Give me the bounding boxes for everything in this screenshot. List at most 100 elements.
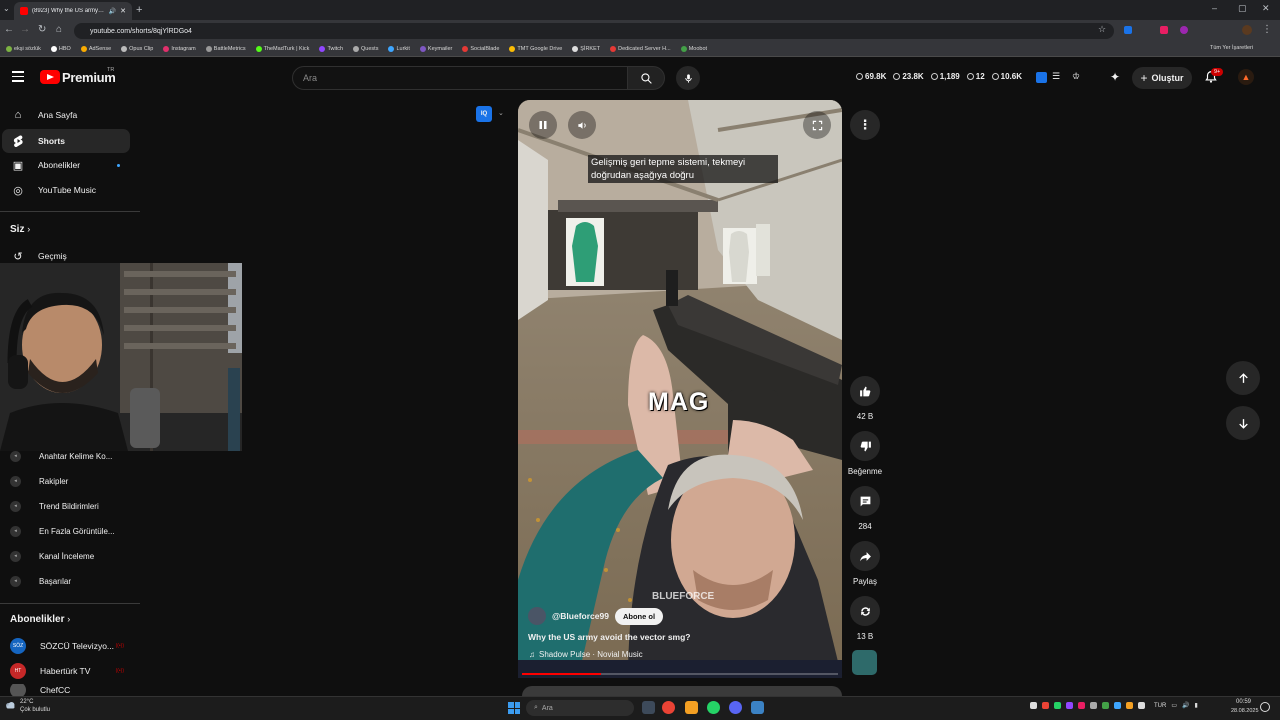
short-title[interactable]: Why the US army avoid the vector smg? bbox=[528, 632, 690, 642]
close-window-button[interactable]: ✕ bbox=[1262, 3, 1270, 14]
share-button[interactable]: Paylaş bbox=[849, 541, 881, 586]
tab-close-icon[interactable]: ✕ bbox=[120, 7, 126, 15]
user-avatar[interactable]: ▲ bbox=[1238, 69, 1254, 85]
bookmark-item[interactable]: AdSense bbox=[80, 46, 111, 52]
home-browser-icon[interactable]: ⌂ bbox=[56, 24, 62, 35]
dislike-button[interactable]: Beğenme bbox=[848, 431, 882, 476]
bookmark-item[interactable]: BattleMetrics bbox=[205, 46, 246, 52]
whatsapp-icon[interactable] bbox=[707, 701, 720, 714]
weather-description[interactable]: Çok bulutlu bbox=[20, 707, 50, 713]
sidebar-item-most-viewed[interactable]: ◂ En Fazla Görüntüle... bbox=[10, 519, 138, 543]
weather-temperature[interactable]: 22°C bbox=[20, 699, 33, 705]
tray-icon[interactable] bbox=[1138, 702, 1145, 709]
network-icon[interactable]: ▭ bbox=[1171, 702, 1177, 709]
tray-icon[interactable] bbox=[1114, 702, 1121, 709]
tray-icon[interactable] bbox=[1054, 702, 1061, 709]
pause-button[interactable] bbox=[529, 111, 557, 139]
bookmark-item[interactable]: ekşi sözlük bbox=[6, 46, 41, 52]
sidebar-item-achievements[interactable]: ◂ Başarılar bbox=[10, 569, 138, 593]
create-button[interactable]: + Oluştur bbox=[1132, 67, 1192, 89]
reload-icon[interactable]: ↻ bbox=[38, 24, 46, 35]
bookmark-item[interactable]: SocialBlade bbox=[462, 46, 499, 52]
more-options-button[interactable]: ⋮ bbox=[850, 110, 880, 140]
volume-button[interactable] bbox=[568, 111, 596, 139]
taskbar-search[interactable]: ⌕ Ara bbox=[526, 700, 634, 716]
comments-button[interactable]: 284 bbox=[849, 486, 881, 531]
back-icon[interactable]: ← bbox=[4, 24, 14, 35]
sidebar-section-you[interactable]: Siz › bbox=[10, 224, 30, 235]
task-view-icon[interactable] bbox=[642, 701, 655, 714]
profile-avatar[interactable] bbox=[1242, 25, 1252, 35]
short-music-link[interactable]: ♫ Shadow Pulse · Novial Music bbox=[529, 650, 643, 659]
bookmark-item[interactable]: Dedicated Server H... bbox=[610, 46, 671, 52]
search-input[interactable]: Ara bbox=[292, 66, 628, 90]
remix-button[interactable]: 13 B bbox=[849, 596, 881, 641]
tray-icon[interactable] bbox=[1042, 702, 1049, 709]
bookmark-item[interactable]: Opus Clip bbox=[121, 46, 153, 52]
bookmark-item[interactable]: Keymailer bbox=[419, 46, 452, 52]
sidebar-item-trend-alerts[interactable]: ◂ Trend Bildirimleri bbox=[10, 494, 138, 518]
bookmark-star-icon[interactable]: ☆ bbox=[1098, 24, 1106, 35]
youtube-logo-icon[interactable] bbox=[40, 70, 60, 84]
trophy-icon[interactable]: ♔ bbox=[1072, 71, 1080, 82]
bookmark-item[interactable]: Lurkit bbox=[388, 46, 410, 52]
search-button[interactable] bbox=[627, 66, 665, 90]
weather-cloud-icon[interactable] bbox=[4, 700, 16, 710]
extension-icon[interactable] bbox=[1180, 26, 1188, 34]
bookmark-item[interactable]: ŞİRKET bbox=[572, 46, 600, 52]
app-icon[interactable] bbox=[751, 701, 764, 714]
tab-list-icon[interactable]: ⌄ bbox=[3, 4, 10, 13]
vidiq-icon[interactable] bbox=[1036, 72, 1047, 83]
vidiq-chip[interactable]: IQ bbox=[476, 106, 492, 122]
like-button[interactable]: 42 B bbox=[849, 376, 881, 421]
bookmark-item[interactable]: TMT Google Drive bbox=[509, 46, 562, 52]
new-tab-button[interactable]: + bbox=[136, 4, 142, 16]
subscription-item[interactable]: HT Habertürk TV ((•)) bbox=[10, 659, 130, 683]
subscribe-button[interactable]: Abone ol bbox=[614, 607, 664, 625]
sidebar-section-subscriptions[interactable]: Abonelikler › bbox=[10, 614, 70, 625]
vlc-icon[interactable] bbox=[685, 701, 698, 714]
language-indicator[interactable]: TUR bbox=[1154, 703, 1166, 709]
next-short-button[interactable] bbox=[1226, 406, 1260, 440]
ai-sparkle-icon[interactable]: ✦ bbox=[1110, 70, 1120, 84]
hamburger-menu-icon[interactable] bbox=[12, 71, 24, 83]
sidebar-item-competitors[interactable]: ◂ Rakipler bbox=[10, 469, 138, 493]
tab-mute-icon[interactable]: 🔊 bbox=[109, 8, 116, 15]
subscription-item[interactable]: SÖZ SÖZCÜ Televizyo... ((•)) bbox=[10, 634, 130, 658]
sidebar-item-shorts[interactable]: Shorts bbox=[2, 129, 130, 153]
bookmark-item[interactable]: TheMadTurk | Kick bbox=[255, 46, 309, 52]
battery-icon[interactable]: ▮ bbox=[1195, 702, 1198, 709]
previous-short-button[interactable] bbox=[1226, 361, 1260, 395]
tray-icon[interactable] bbox=[1030, 702, 1037, 709]
tray-icon[interactable] bbox=[1126, 702, 1133, 709]
extension-icon[interactable] bbox=[1124, 26, 1132, 34]
discord-icon[interactable] bbox=[729, 701, 742, 714]
volume-icon[interactable]: 🔊 bbox=[1182, 702, 1189, 709]
maximize-button[interactable]: ▢ bbox=[1238, 3, 1247, 14]
sidebar-item-youtube-music[interactable]: ◎ YouTube Music bbox=[2, 178, 130, 202]
list-icon[interactable]: ☰ bbox=[1052, 71, 1060, 82]
all-bookmarks[interactable]: Tüm Yer İşaretleri bbox=[1210, 45, 1253, 51]
fullscreen-button[interactable] bbox=[803, 111, 831, 139]
minimize-button[interactable]: – bbox=[1212, 3, 1217, 13]
chevron-down-icon[interactable]: ⌄ bbox=[498, 109, 504, 117]
browser-menu-icon[interactable]: ⋮ bbox=[1262, 24, 1272, 35]
bookmark-item[interactable]: Instagram bbox=[163, 46, 196, 52]
audio-thumbnail[interactable] bbox=[852, 650, 877, 675]
bookmark-item[interactable]: Twitch bbox=[319, 46, 343, 52]
browser-tab[interactable]: (8923) Why the US army a... 🔊 ✕ bbox=[14, 2, 132, 20]
voice-search-button[interactable] bbox=[676, 66, 700, 90]
channel-handle[interactable]: @Blueforce99 bbox=[552, 611, 609, 621]
channel-avatar[interactable] bbox=[528, 607, 546, 625]
bookmark-item[interactable]: Quests bbox=[353, 46, 378, 52]
windows-start-icon[interactable] bbox=[508, 702, 520, 714]
taskbar-date[interactable]: 28.08.2025 bbox=[1231, 708, 1259, 714]
extension-icon[interactable] bbox=[1160, 26, 1168, 34]
bookmark-item[interactable]: Moobot bbox=[680, 46, 707, 52]
tray-icon[interactable] bbox=[1078, 702, 1085, 709]
subscription-item[interactable]: ChefCC bbox=[10, 684, 130, 696]
sidebar-item-subscriptions[interactable]: ▣ Abonelikler bbox=[2, 153, 130, 177]
tray-icon[interactable] bbox=[1102, 702, 1109, 709]
tray-icon[interactable] bbox=[1066, 702, 1073, 709]
sidebar-item-home[interactable]: ⌂ Ana Sayfa bbox=[2, 103, 130, 127]
